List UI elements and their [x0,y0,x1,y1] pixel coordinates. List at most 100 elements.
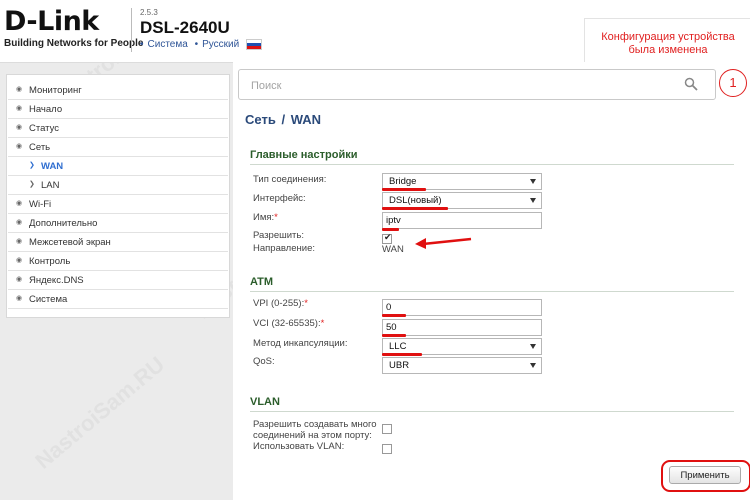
dropdown-caret-icon [530,179,536,184]
chevron-right-icon: ❯ [29,162,35,169]
main-settings-title: Главные настройки [250,149,734,165]
qos-select[interactable]: UBR [382,357,542,374]
select-value: LLC [389,341,407,352]
red-underline-mark [382,353,422,356]
system-link[interactable]: Система [148,39,188,50]
name-input[interactable] [382,212,542,229]
dropdown-caret-icon [530,344,536,349]
sidebar-item-advanced[interactable]: ◉ Дополнительно [8,214,228,233]
red-underline-mark [382,228,399,231]
enable-checkbox[interactable]: ✔ [382,232,392,244]
vpi-label: VPI (0-255):* [253,298,308,309]
device-model: DSL-2640U [140,18,230,37]
vpi-input[interactable] [382,299,542,316]
search-icon[interactable] [684,77,698,91]
select-value: DSL(новый) [389,195,442,206]
logo-tagline: Building Networks for People [4,38,144,49]
dlink-logo[interactable]: D-Link [4,6,99,37]
sidebar-menu: ◉ Мониторинг ◉ Начало ◉ Статус ◉ Сеть ❯ WAN ❯… [6,74,230,318]
sidebar-item-label: LAN [41,180,60,191]
sidebar-item-label: Сеть [29,142,51,153]
red-arrow-annotation [415,237,472,249]
sidebar-item-label: Контроль [29,256,71,267]
page-title: Сеть / WAN [245,112,321,127]
header-links: • Система • Русский [140,39,266,50]
encapsulation-label: Метод инкапсуляции: [253,338,348,349]
expand-arrow-icon: ◉ [16,105,23,112]
collapse-arrow-icon: ◉ [16,143,23,150]
apply-button[interactable]: Применить [669,466,741,484]
use-vlan-label: Использовать VLAN: [253,441,345,452]
watermark: NastroiSam.RU [30,351,170,474]
vci-label-text: VCI (32-65535): [253,318,321,329]
sidebar-item-status[interactable]: ◉ Статус [8,119,228,138]
language-link[interactable]: Русский [202,39,239,50]
sidebar-item-system[interactable]: ◉ Система [8,290,228,309]
sidebar-item-label: Статус [29,123,60,134]
search-input[interactable] [249,70,673,101]
sidebar-item-network[interactable]: ◉ Сеть [8,138,228,157]
sidebar-item-control[interactable]: ◉ Контроль [8,252,228,271]
multi-connection-label-line-2: соединений на этом порту: [253,430,372,441]
red-underline-mark [382,334,406,337]
expand-arrow-icon: ◉ [16,200,23,207]
required-asterisk: * [274,212,278,223]
red-underline-mark [382,188,426,191]
required-asterisk: * [320,318,325,329]
enable-label: Разрешить: [253,230,304,241]
vlan-section: VLAN [250,396,734,412]
atm-section: ATM [250,276,734,292]
sidebar-item-monitoring[interactable]: ◉ Мониторинг [8,81,228,100]
notice-line-1: Конфигурация устройства [601,31,735,43]
breadcrumb-separator: / [281,112,286,127]
bullet: • [194,39,199,51]
sidebar-item-start[interactable]: ◉ Начало [8,100,228,119]
bullet: • [140,39,144,51]
name-label-text: Имя: [253,212,275,223]
expand-arrow-icon: ◉ [16,124,23,131]
search-box [238,69,716,101]
notice-text: Конфигурация устройства была изменена [585,31,750,57]
sidebar-item-label: Система [29,294,68,305]
name-label: Имя:* [253,212,278,223]
sidebar-item-firewall[interactable]: ◉ Межсетевой экран [8,233,228,252]
multi-connection-label-line-1: Разрешить создавать много [253,419,377,430]
header-bar: D-Link Building Networks for People 2.5.… [0,0,750,63]
sidebar-item-wifi[interactable]: ◉ Wi-Fi [8,195,228,214]
sidebar-item-label: Межсетевой экран [29,237,111,248]
sidebar-item-yandex-dns[interactable]: ◉ Яндекс.DNS [8,271,228,290]
sidebar-item-lan[interactable]: ❯ LAN [8,176,228,195]
red-underline-mark [382,314,406,317]
sidebar-item-label: Яндекс.DNS [29,275,84,286]
russia-flag-icon [245,39,262,50]
expand-arrow-icon: ◉ [16,257,23,264]
vlan-title: VLAN [250,396,734,412]
firmware-version: 2.5.3 [140,8,158,17]
vci-input[interactable] [382,319,542,336]
checkmark-icon: ✔ [384,232,392,242]
direction-value: WAN [382,244,404,255]
expand-arrow-icon: ◉ [16,238,23,245]
multi-connection-label: Разрешить создавать много соединений на … [253,419,377,441]
qos-label: QoS: [253,356,275,367]
use-vlan-checkbox[interactable] [382,444,392,454]
red-underline-mark [382,207,448,210]
breadcrumb-wan: WAN [290,112,322,127]
sidebar-item-wan[interactable]: ❯ WAN [8,157,228,176]
sidebar-item-label: WAN [41,161,64,172]
required-asterisk: * [304,298,308,309]
breadcrumb-network[interactable]: Сеть [245,112,276,127]
connection-type-label: Тип соединения: [253,174,327,185]
expand-arrow-icon: ◉ [16,219,23,226]
vpi-label-text: VPI (0-255): [253,298,305,309]
expand-arrow-icon: ◉ [16,295,23,302]
interface-label: Интерфейс: [253,193,306,204]
config-changed-notice[interactable]: Конфигурация устройства была изменена [584,18,750,63]
header-divider [131,8,132,52]
sidebar-item-label: Дополнительно [29,218,98,229]
select-value: UBR [389,360,410,371]
apply-highlight: Применить [661,460,750,492]
vci-label: VCI (32-65535):* [253,318,324,329]
annotation-number-1: 1 [719,69,747,97]
multi-connection-checkbox[interactable] [382,424,392,434]
